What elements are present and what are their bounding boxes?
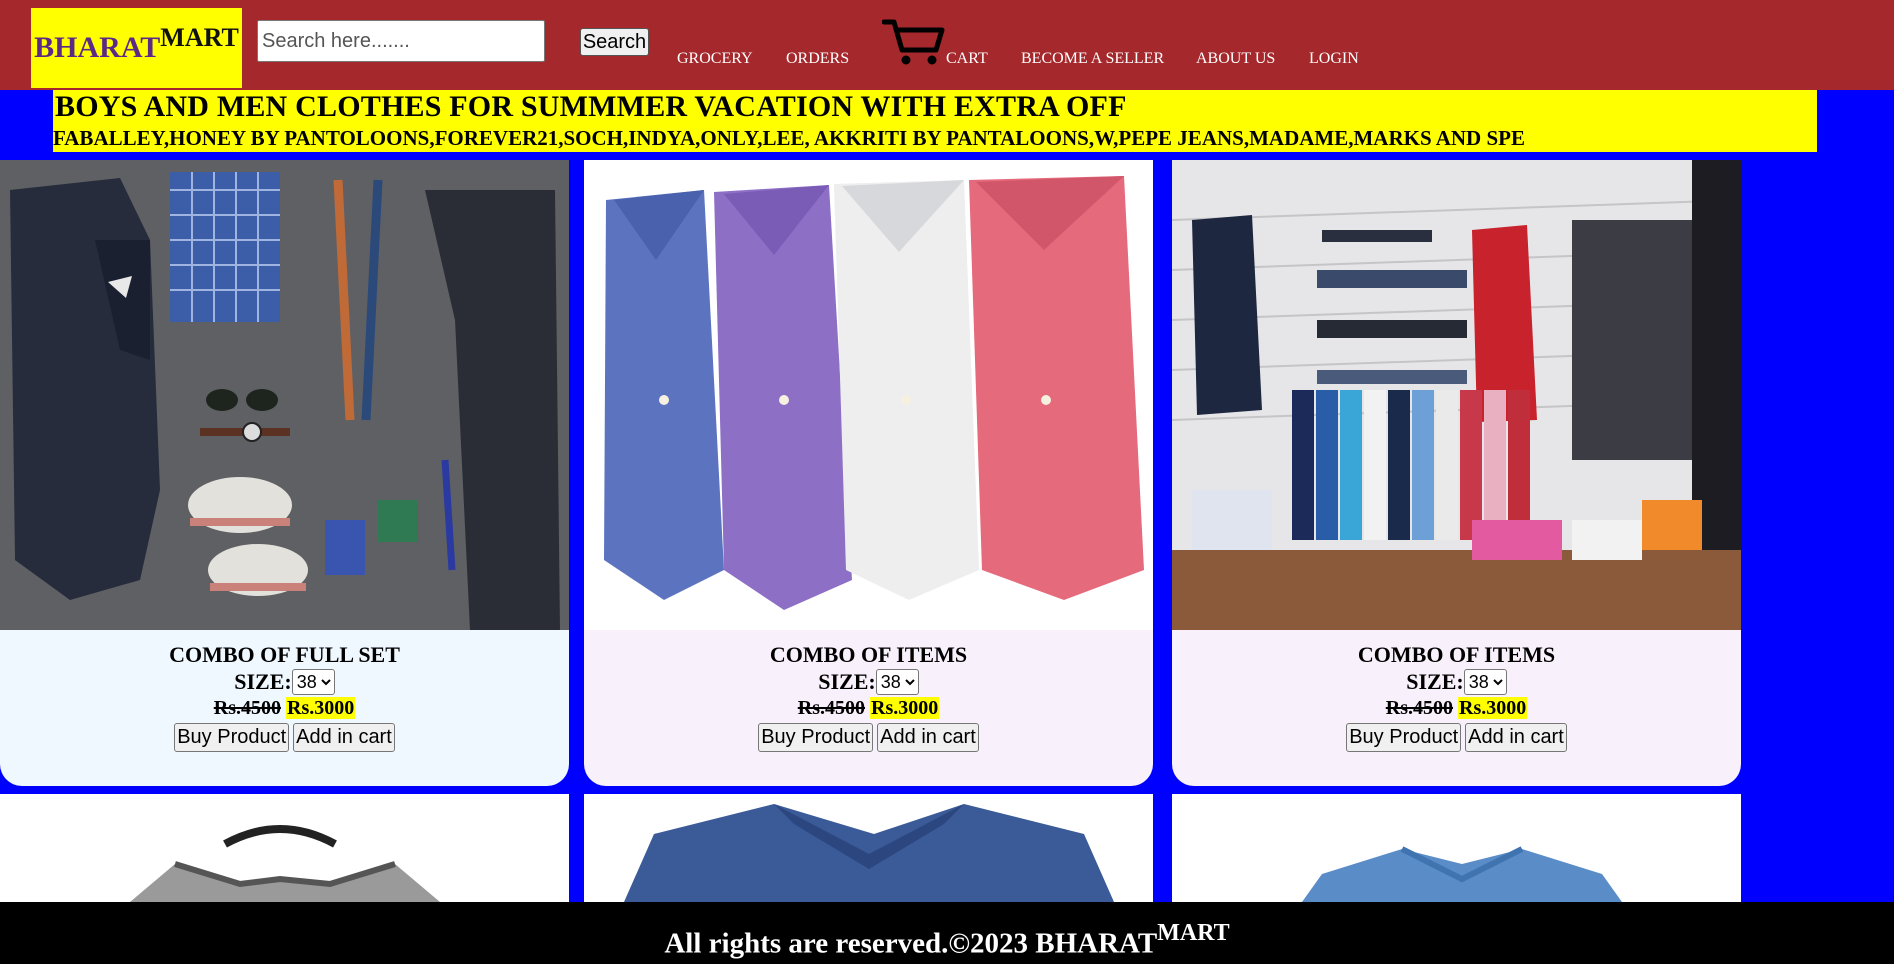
footer-brand-sup: MART (1157, 920, 1230, 946)
product-card: COMBO OF ITEMS SIZE: 38 Rs.4500 Rs.3000 B… (584, 160, 1153, 786)
product-name: COMBO OF ITEMS (769, 642, 968, 667)
add-to-cart-button[interactable]: Add in cart (293, 723, 395, 752)
logo-text-bharat: BHARAT (34, 31, 161, 64)
old-price: Rs.4500 (797, 697, 865, 719)
banner-title: BOYS AND MEN CLOTHES FOR SUMMMER VACATIO… (55, 90, 1127, 123)
product-name: COMBO OF ITEMS (1357, 642, 1556, 667)
cart-icon[interactable] (882, 18, 946, 66)
nav-orders[interactable]: ORDERS (786, 50, 849, 68)
size-select[interactable]: 38 (1463, 669, 1507, 695)
product-image-store[interactable] (1172, 160, 1741, 630)
logo-text-mart: MART (160, 23, 239, 52)
new-price: Rs.3000 (1458, 697, 1528, 719)
size-select[interactable]: 38 (875, 669, 919, 695)
footer-copyright: All rights are reserved.©2023 BHARATMART (0, 920, 1894, 961)
nav-about-us[interactable]: ABOUT US (1196, 50, 1275, 68)
old-price: Rs.4500 (1385, 697, 1453, 719)
product-price: Rs.4500 Rs.3000 (584, 695, 1153, 721)
banner-brand-marquee: FABALLEY,HONEY BY PANTOLOONS,FOREVER21,S… (53, 126, 1525, 150)
new-price: Rs.3000 (870, 697, 940, 719)
size-label: SIZE: (1406, 669, 1464, 694)
site-logo[interactable]: BHARAT MART (31, 8, 242, 88)
product-image-blue-shirt[interactable] (584, 794, 1153, 902)
product-info: COMBO OF ITEMS SIZE: 38 Rs.4500 Rs.3000 B… (584, 630, 1153, 752)
new-price: Rs.3000 (286, 697, 356, 719)
product-card: COMBO OF ITEMS SIZE: 38 Rs.4500 Rs.3000 B… (1172, 160, 1741, 786)
nav-login[interactable]: LOGIN (1309, 50, 1359, 68)
old-price: Rs.4500 (213, 697, 281, 719)
product-size: SIZE: 38 (584, 669, 1153, 695)
product-image-shirts[interactable] (584, 160, 1153, 630)
product-name: COMBO OF FULL SET (169, 642, 400, 667)
product-card: COMBO OF FULL SET SIZE: 38 Rs.4500 Rs.300… (0, 160, 569, 786)
buy-product-button[interactable]: Buy Product (758, 723, 874, 752)
nav-grocery[interactable]: GROCERY (677, 50, 753, 68)
promo-banner: BOYS AND MEN CLOTHES FOR SUMMMER VACATIO… (53, 90, 1817, 152)
buy-product-button[interactable]: Buy Product (1346, 723, 1462, 752)
search-input[interactable] (257, 20, 545, 62)
size-label: SIZE: (234, 669, 292, 694)
product-size: SIZE: 38 (0, 669, 569, 695)
search-button[interactable]: Search (580, 28, 649, 56)
add-to-cart-button[interactable]: Add in cart (877, 723, 979, 752)
nav-cart[interactable]: CART (946, 50, 988, 68)
footer-copyright-text: All rights are reserved.©2023 BHARAT (664, 927, 1158, 960)
product-actions: Buy Product Add in cart (584, 723, 1153, 752)
add-to-cart-button[interactable]: Add in cart (1465, 723, 1567, 752)
product-actions: Buy Product Add in cart (0, 723, 569, 752)
nav-become-seller[interactable]: BECOME A SELLER (1021, 50, 1164, 68)
product-image-suit-flatlay[interactable] (0, 160, 569, 630)
product-price: Rs.4500 Rs.3000 (0, 695, 569, 721)
size-select[interactable]: 38 (291, 669, 335, 695)
size-label: SIZE: (818, 669, 876, 694)
header-bar: BHARATMART Search GROCERY ORDERS CART BE… (0, 0, 1894, 90)
product-actions: Buy Product Add in cart (1172, 723, 1741, 752)
footer: All rights are reserved.©2023 BHARATMART (0, 902, 1894, 964)
product-image-light-blue-shirt[interactable] (1172, 794, 1741, 902)
product-size: SIZE: 38 (1172, 669, 1741, 695)
product-image-tank-top[interactable] (0, 794, 569, 902)
product-info: COMBO OF FULL SET SIZE: 38 Rs.4500 Rs.300… (0, 630, 569, 752)
buy-product-button[interactable]: Buy Product (174, 723, 290, 752)
product-info: COMBO OF ITEMS SIZE: 38 Rs.4500 Rs.3000 B… (1172, 630, 1741, 752)
product-price: Rs.4500 Rs.3000 (1172, 695, 1741, 721)
